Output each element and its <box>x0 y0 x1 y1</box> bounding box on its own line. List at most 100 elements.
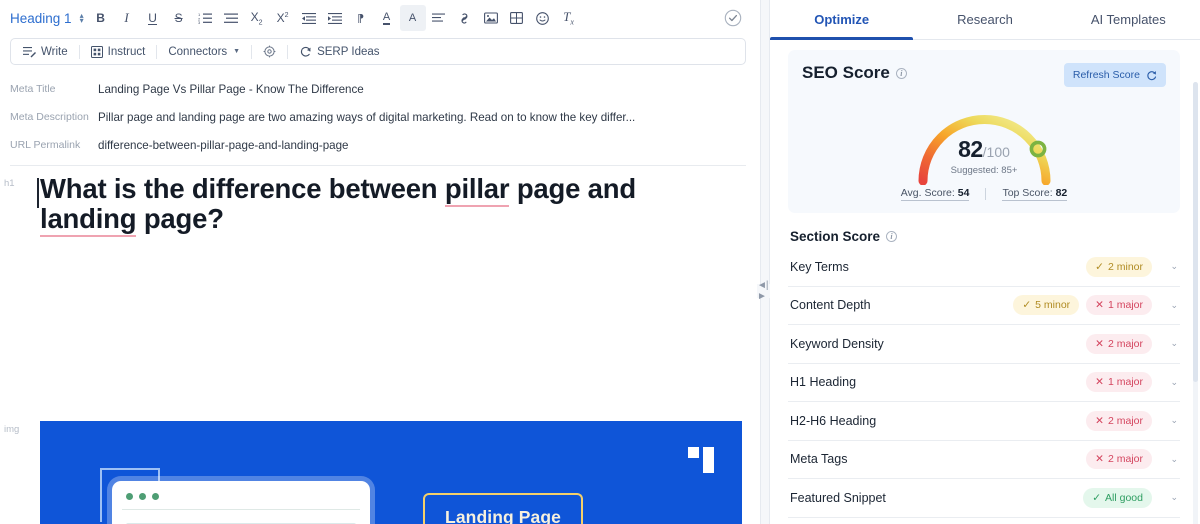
status-badge-major[interactable]: ✕ 2 major <box>1086 333 1152 354</box>
status-badge-text: 2 major <box>1107 453 1143 466</box>
status-badge-major[interactable]: ✕ 1 major <box>1086 295 1152 316</box>
text-color-icon[interactable]: A <box>374 5 400 31</box>
status-badge-major[interactable]: ✕ 2 major <box>1086 410 1152 431</box>
strikethrough-icon[interactable]: S <box>166 5 192 31</box>
close-icon: ✕ <box>1095 414 1104 427</box>
superscript-icon[interactable]: X2 <box>270 5 296 31</box>
link-icon[interactable] <box>452 5 478 31</box>
formatting-toolbar: Heading 1 ▴ ▾ B I U S 123 X2 X2 ⁋ A A Tx <box>0 0 760 36</box>
panel-splitter[interactable]: ◄|► <box>757 0 775 524</box>
chevron-down-icon[interactable]: ⌄ <box>1160 338 1178 349</box>
emoji-icon[interactable] <box>530 5 556 31</box>
close-icon: ✕ <box>1095 337 1104 350</box>
bold-icon[interactable]: B <box>88 5 114 31</box>
underline-icon[interactable]: U <box>140 5 166 31</box>
section-row-featured-snippet[interactable]: Featured Snippet ✓ All good ⌄ <box>788 479 1180 518</box>
window-dots-icon <box>126 493 159 500</box>
italic-icon[interactable]: I <box>114 5 140 31</box>
stepper-updown-icon: ▴ ▾ <box>79 11 84 25</box>
ordered-list-icon[interactable]: 123 <box>192 5 218 31</box>
chevron-down-icon[interactable]: ⌄ <box>1160 261 1178 272</box>
section-row-h1-heading[interactable]: H1 Heading ✕ 1 major ⌄ <box>788 364 1180 402</box>
connectors-label: Connectors <box>168 45 228 58</box>
write-button[interactable]: Write <box>21 39 79 64</box>
subscript-icon[interactable]: X2 <box>244 5 270 31</box>
article-illustration[interactable]: Landing Page VS <box>40 421 742 524</box>
seo-score-title-label: SEO Score <box>802 63 890 82</box>
heading-style-label: Heading 1 <box>10 10 72 26</box>
meta-description-value[interactable]: Pillar page and landing page are two ama… <box>98 111 635 124</box>
table-icon[interactable] <box>504 5 530 31</box>
document-body: h1 img What is the difference between pi… <box>0 166 760 524</box>
gauge-score-row: 82/100 <box>907 136 1062 163</box>
avg-score-label: Avg. Score: <box>900 187 955 199</box>
url-permalink-value[interactable]: difference-between-pillar-page-and-landi… <box>98 139 349 152</box>
misspelled-word-pillar: pillar <box>444 173 510 207</box>
section-row-key-terms[interactable]: Key Terms ✓ 2 minor ⌄ <box>788 248 1180 287</box>
section-row-label: Key Terms <box>790 259 849 274</box>
seo-score-gauge: 82/100 Suggested: 85+ <box>907 93 1062 186</box>
check-icon: ✓ <box>1092 491 1102 504</box>
avg-score-stat[interactable]: Avg. Score: 54 <box>900 187 970 201</box>
connectors-dropdown[interactable]: Connectors ▼ <box>157 39 251 64</box>
section-score-title: Section Score <box>790 229 881 244</box>
seo-score-header: SEO Score i Refresh Score <box>802 63 1166 87</box>
gear-icon <box>263 45 276 58</box>
heading-text-part2: page and <box>509 173 636 204</box>
align-icon[interactable] <box>426 5 452 31</box>
status-badge-major[interactable]: ✕ 1 major <box>1086 372 1152 393</box>
tab-optimize[interactable]: Optimize <box>770 0 914 40</box>
meta-title-value[interactable]: Landing Page Vs Pillar Page - Know The D… <box>98 83 364 96</box>
close-icon: ✕ <box>1095 453 1104 466</box>
bullet-list-icon[interactable] <box>218 5 244 31</box>
chevron-down-icon[interactable]: ⌄ <box>1160 415 1178 426</box>
info-icon[interactable]: i <box>895 67 907 79</box>
clear-format-icon[interactable]: Tx <box>556 5 582 31</box>
status-badge-major[interactable]: ✕ 2 major <box>1086 449 1152 470</box>
gauge-score-max: /100 <box>982 144 1010 160</box>
misspelled-word-landing: landing <box>40 203 137 237</box>
highlight-color-icon[interactable]: A <box>399 5 426 31</box>
panel-tabs: Optimize Research AI Templates <box>770 0 1200 40</box>
editor-pane: Heading 1 ▴ ▾ B I U S 123 X2 X2 ⁋ A A Tx… <box>0 0 760 524</box>
circle-check-icon[interactable] <box>724 9 742 27</box>
instruct-button[interactable]: Instruct <box>80 39 157 64</box>
status-badge-text: All good <box>1105 491 1143 504</box>
status-badge-minor[interactable]: ✓ 5 minor <box>1013 295 1080 316</box>
section-row-h2-h6-heading[interactable]: H2-H6 Heading ✕ 2 major ⌄ <box>788 402 1180 441</box>
tab-ai-templates-label: AI Templates <box>1090 12 1166 27</box>
chevron-down-icon[interactable]: ⌄ <box>1160 300 1178 311</box>
indent-icon[interactable] <box>322 5 348 31</box>
chevron-down-icon[interactable]: ⌄ <box>1160 377 1178 388</box>
tab-research[interactable]: Research <box>913 0 1056 39</box>
chevron-down-icon[interactable]: ⌄ <box>1160 454 1178 465</box>
outdent-icon[interactable] <box>296 5 322 31</box>
rtl-paragraph-icon[interactable]: ⁋ <box>348 5 374 31</box>
instruct-label: Instruct <box>107 45 146 58</box>
chevron-down-icon: ▼ <box>233 48 241 55</box>
top-score-stat[interactable]: Top Score: 82 <box>1002 187 1068 201</box>
status-badge-good[interactable]: ✓ All good <box>1083 487 1152 508</box>
page-title[interactable]: What is the difference between pillar pa… <box>37 173 710 237</box>
settings-button[interactable] <box>252 39 287 64</box>
panel-scrollbar-thumb[interactable] <box>1193 82 1198 382</box>
tab-optimize-label: Optimize <box>814 12 870 27</box>
gauge-suggested: Suggested: 85+ <box>950 165 1018 176</box>
info-icon[interactable]: i <box>886 231 898 242</box>
ai-actions-toolbar: Write Instruct Connectors ▼ SERP Ideas <box>10 38 746 65</box>
chevron-down-icon[interactable]: ⌄ <box>1160 492 1178 503</box>
section-row-content-depth[interactable]: Content Depth ✓ 5 minor ✕ 1 major ⌄ <box>788 287 1180 325</box>
status-badge-minor[interactable]: ✓ 2 minor <box>1086 256 1152 277</box>
section-score-header: Section Score i <box>790 229 1180 244</box>
serp-ideas-button[interactable]: SERP Ideas <box>288 39 390 64</box>
seo-editor-app: Heading 1 ▴ ▾ B I U S 123 X2 X2 ⁋ A A Tx… <box>0 0 1200 524</box>
refresh-score-button[interactable]: Refresh Score <box>1063 63 1166 87</box>
image-icon[interactable] <box>478 5 504 31</box>
url-permalink-label: URL Permalink <box>10 139 81 151</box>
tab-ai-templates[interactable]: AI Templates <box>1057 0 1200 39</box>
section-row-meta-tags[interactable]: Meta Tags ✕ 2 major ⌄ <box>788 441 1180 479</box>
heading-style-select[interactable]: Heading 1 ▴ ▾ <box>8 9 88 28</box>
section-row-keyword-density[interactable]: Keyword Density ✕ 2 major ⌄ <box>788 325 1180 364</box>
serp-refresh-icon <box>301 46 311 57</box>
instruct-icon <box>90 45 103 58</box>
